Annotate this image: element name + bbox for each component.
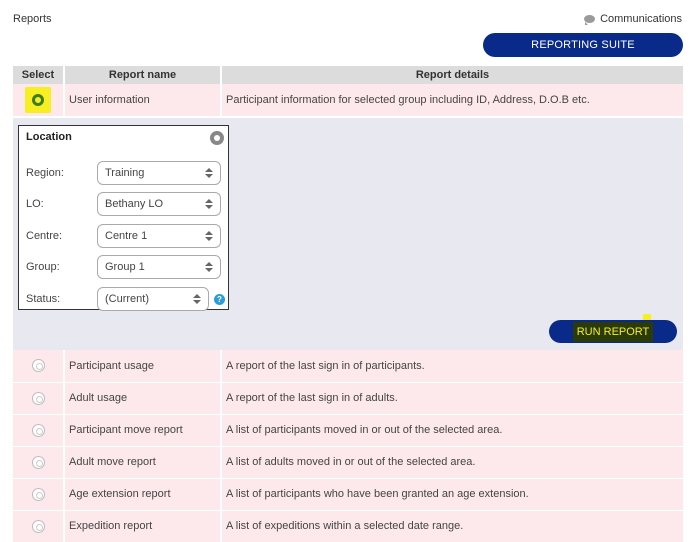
centre-label: Centre: bbox=[26, 230, 63, 242]
select-cell[interactable] bbox=[13, 350, 65, 383]
region-row: Region: Training bbox=[26, 161, 226, 185]
status-value: (Current) bbox=[105, 293, 150, 305]
report-details: Participant information for selected gro… bbox=[221, 84, 683, 117]
group-label: Group: bbox=[26, 261, 60, 273]
lo-select[interactable]: Bethany LO bbox=[97, 192, 221, 216]
select-arrows-icon bbox=[202, 168, 216, 178]
select-cell[interactable] bbox=[13, 382, 65, 415]
select-arrows-icon bbox=[202, 262, 216, 272]
region-label: Region: bbox=[26, 167, 64, 179]
select-arrows-icon bbox=[202, 199, 216, 209]
group-select[interactable]: Group 1 bbox=[97, 255, 221, 279]
select-cell[interactable] bbox=[13, 510, 65, 542]
select-cell[interactable] bbox=[13, 446, 65, 479]
location-toggle-icon[interactable] bbox=[210, 131, 224, 145]
lo-value: Bethany LO bbox=[105, 198, 164, 210]
status-row: Status: (Current) ? bbox=[26, 287, 226, 311]
table-row[interactable]: User information Participant information… bbox=[13, 84, 683, 117]
table-row[interactable]: Participant usage A report of the last s… bbox=[13, 350, 683, 383]
run-report-label: RUN REPORT bbox=[572, 321, 654, 342]
report-details: A report of the last sign in of adults. bbox=[221, 382, 683, 415]
select-cell[interactable] bbox=[13, 414, 65, 447]
radio-selected-icon bbox=[32, 93, 44, 106]
radio-button[interactable] bbox=[31, 487, 45, 501]
report-name: Adult move report bbox=[64, 446, 222, 479]
report-options-panel: Location Region: Training LO: Bethany LO… bbox=[13, 118, 683, 350]
report-name: Adult usage bbox=[64, 382, 222, 415]
radio-button[interactable] bbox=[31, 455, 45, 469]
communications-label: Communications bbox=[600, 13, 682, 25]
table-row[interactable]: Adult usage A report of the last sign in… bbox=[13, 382, 683, 415]
report-details: A report of the last sign in of particip… bbox=[221, 350, 683, 383]
radio-button[interactable] bbox=[31, 391, 45, 405]
centre-row: Centre: Centre 1 bbox=[26, 224, 226, 248]
radio-button[interactable] bbox=[31, 359, 45, 373]
reports-list: Participant usage A report of the last s… bbox=[13, 350, 683, 542]
table-row[interactable]: Adult move report A list of adults moved… bbox=[13, 446, 683, 479]
help-icon[interactable]: ? bbox=[214, 293, 225, 305]
report-details: A list of participants moved in or out o… bbox=[221, 414, 683, 447]
status-label: Status: bbox=[26, 293, 61, 305]
communications-link[interactable]: Communications bbox=[584, 13, 682, 25]
region-select[interactable]: Training bbox=[97, 161, 221, 185]
location-title: Location bbox=[26, 131, 72, 143]
column-header-report-details: Report details bbox=[221, 66, 683, 84]
report-details: A list of participants who have been gra… bbox=[221, 478, 683, 511]
table-row[interactable]: Expedition report A list of expeditions … bbox=[13, 510, 683, 542]
report-details: A list of adults moved in or out of the … bbox=[221, 446, 683, 479]
reporting-suite-button[interactable]: REPORTING SUITE bbox=[483, 33, 683, 57]
radio-selected[interactable] bbox=[25, 86, 51, 113]
column-header-report-name: Report name bbox=[64, 66, 222, 84]
select-cell[interactable] bbox=[13, 478, 65, 511]
table-row[interactable]: Age extension report A list of participa… bbox=[13, 478, 683, 511]
report-details: A list of expeditions within a selected … bbox=[221, 510, 683, 542]
select-arrows-icon bbox=[190, 294, 204, 304]
select-cell[interactable] bbox=[13, 84, 65, 117]
group-row: Group: Group 1 bbox=[26, 255, 226, 279]
radio-button[interactable] bbox=[31, 423, 45, 437]
region-value: Training bbox=[105, 167, 145, 179]
lo-row: LO: Bethany LO bbox=[26, 192, 226, 216]
report-name: User information bbox=[64, 84, 222, 117]
column-header-select: Select bbox=[13, 66, 65, 84]
location-box: Location Region: Training LO: Bethany LO… bbox=[18, 125, 229, 311]
report-name: Expedition report bbox=[64, 510, 222, 542]
reports-table: Select Report name Report details User i… bbox=[13, 66, 683, 117]
report-name: Participant usage bbox=[64, 350, 222, 383]
table-row[interactable]: Participant move report A list of partic… bbox=[13, 414, 683, 447]
run-report-button[interactable]: RUN REPORT bbox=[549, 320, 677, 343]
centre-value: Centre 1 bbox=[105, 230, 148, 242]
chat-bubble-icon bbox=[584, 15, 596, 25]
group-value: Group 1 bbox=[105, 261, 145, 273]
lo-label: LO: bbox=[26, 198, 44, 210]
page-title: Reports bbox=[13, 13, 52, 25]
report-name: Participant move report bbox=[64, 414, 222, 447]
report-name: Age extension report bbox=[64, 478, 222, 511]
centre-select[interactable]: Centre 1 bbox=[97, 224, 221, 248]
radio-button[interactable] bbox=[31, 519, 45, 533]
table-header-row: Select Report name Report details bbox=[13, 66, 683, 84]
status-select[interactable]: (Current) bbox=[97, 287, 209, 311]
select-arrows-icon bbox=[202, 231, 216, 241]
